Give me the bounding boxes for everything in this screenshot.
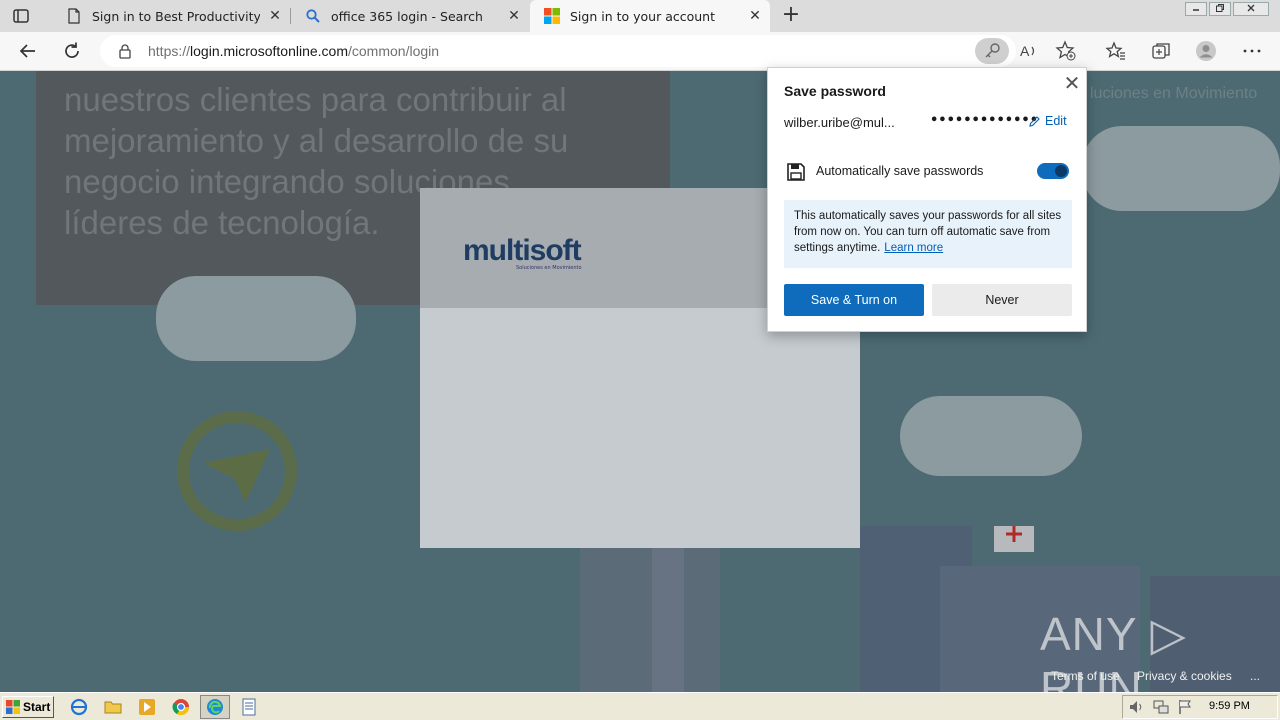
save-password-dialog: Save password ✕ wilber.uribe@mul... ••••… [767,67,1087,332]
tab-title: office 365 login - Search [331,8,483,24]
browser-toolbar: https://login.microsoftonline.com/common… [0,32,1280,71]
flag-icon[interactable] [1176,698,1194,716]
close-icon[interactable]: ✕ [499,8,529,24]
clock[interactable]: 9:59 PM [1209,700,1250,712]
back-icon[interactable] [16,39,40,63]
restore-button[interactable] [1209,2,1231,16]
info-box: This automatically saves your passwords … [784,200,1072,268]
internet-explorer-icon[interactable] [70,698,88,716]
url-host: login.microsoftonline.com [190,43,348,59]
cloud-illustration [156,276,356,361]
username-value: wilber.uribe@mul... [784,115,895,130]
tab-title: Sign in to Best Productivity Pro [92,8,260,24]
tab-actions-icon[interactable] [12,7,30,25]
privacy-link[interactable]: Privacy & cookies [1137,669,1232,683]
notepad-icon[interactable] [240,698,258,716]
chrome-icon[interactable] [172,698,190,716]
cloud-illustration [1082,126,1280,211]
banner-line: nuestros clientes para contribuir al [64,81,567,118]
dialog-title: Save password [784,83,886,99]
read-aloud-icon[interactable]: A [1018,40,1040,62]
favorites-icon[interactable] [1105,40,1127,62]
close-icon[interactable]: ✕ [740,8,770,24]
send-icon [177,411,297,531]
url-text[interactable]: https://login.microsoftonline.com/common… [148,43,439,59]
tab-sign-in[interactable]: Sign in to your account ✕ [530,0,770,32]
edit-button[interactable]: Edit [1028,114,1067,128]
refresh-icon[interactable] [60,39,84,63]
taskbar: Start 9:59 PM [0,692,1280,720]
restore-icon [1216,4,1224,12]
new-tab-button[interactable]: + [780,4,802,28]
network-icon[interactable] [1152,698,1170,716]
minimize-icon [1193,9,1199,11]
tab-productivity[interactable]: Sign in to Best Productivity Pro ✕ [52,0,290,32]
company-logo: multisoft [463,234,582,267]
microsoft-icon [544,8,560,24]
search-icon [306,9,320,23]
volume-icon[interactable] [1128,698,1146,716]
auto-save-toggle[interactable] [1037,163,1069,179]
svg-text:A: A [1020,43,1030,59]
tab-title: Sign in to your account [570,8,716,24]
toggle-knob [1055,165,1067,177]
close-icon[interactable]: ✕ [260,8,290,24]
start-label: Start [23,700,51,714]
more-options-icon[interactable] [1241,40,1263,62]
start-button[interactable]: Start [2,696,54,718]
lock-icon[interactable] [117,43,133,59]
company-logo-tagline: Soluciones en Movimiento [516,265,582,271]
address-bar[interactable]: https://login.microsoftonline.com/common… [100,35,1016,67]
edge-icon [207,699,223,715]
page-icon [68,8,80,24]
minimize-button[interactable] [1185,2,1207,16]
windows-logo-icon [6,700,20,714]
password-mask: ••••••••••••• [930,113,1039,128]
tab-bar: Sign in to Best Productivity Pro ✕ offic… [0,0,1280,32]
folder-icon[interactable] [104,698,122,716]
learn-more-link[interactable]: Learn more [884,242,943,254]
url-path: /common/login [348,43,440,59]
url-prefix: https:// [148,43,191,59]
close-window-button[interactable] [1233,2,1269,16]
more-footer-button[interactable]: ... [1250,669,1260,683]
cloud-illustration [900,396,1082,476]
save-turn-on-button[interactable]: Save & Turn on [784,284,924,316]
brand-tagline: luciones en Movimiento [1090,85,1258,102]
banner-line: mejoramiento y al desarrollo de su [64,122,569,159]
password-key-button[interactable] [975,38,1009,64]
save-icon [787,163,805,181]
add-favorite-icon[interactable] [1055,40,1077,62]
terms-link[interactable]: Terms of use [1051,669,1120,683]
page-content: nuestros clientes para contribuir al mej… [0,71,1280,692]
key-icon [985,43,1000,58]
edge-taskbar-button[interactable] [200,695,230,719]
never-button[interactable]: Never [932,284,1072,316]
pencil-icon [1029,115,1040,127]
media-player-icon[interactable] [138,698,156,716]
auto-save-label: Automatically save passwords [816,164,984,178]
edit-label: Edit [1045,114,1067,128]
profile-icon[interactable] [1195,40,1217,62]
close-window-icon [1247,4,1255,12]
collections-icon[interactable] [1150,40,1172,62]
tab-search[interactable]: office 365 login - Search ✕ [291,0,529,32]
close-icon[interactable]: ✕ [1062,74,1082,95]
